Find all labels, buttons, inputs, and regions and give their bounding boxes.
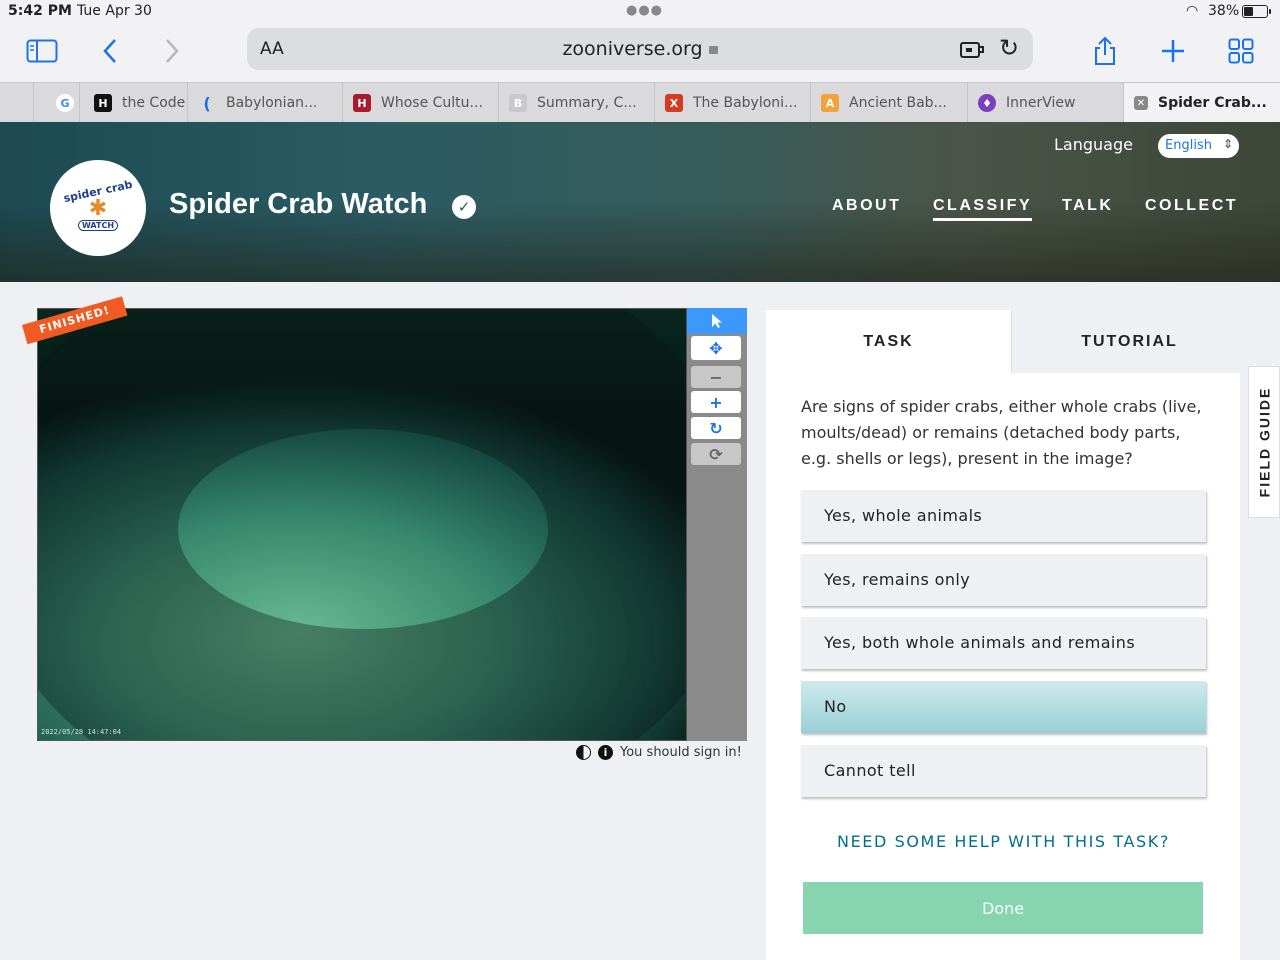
address-bar[interactable]: AA zooniverse.org ↻ — [247, 28, 1033, 70]
wifi-icon: ◠ — [1186, 3, 1199, 19]
image-toolbar: ✥ − + ↻ ⟳ — [687, 308, 747, 741]
tab-tutorial[interactable]: TUTORIAL — [1011, 310, 1247, 373]
viewer-footer: i You should sign in! — [576, 745, 742, 760]
back-icon[interactable] — [92, 34, 128, 68]
browser-tab-summary[interactable]: B Summary, C... — [499, 83, 655, 123]
reset-view-icon[interactable]: ⟳ — [691, 443, 741, 465]
answer-yes-both[interactable]: Yes, both whole animals and remains — [801, 617, 1206, 669]
verified-check-icon: ✓ — [452, 195, 476, 219]
forward-icon[interactable] — [154, 34, 190, 68]
browser-tab-pinned[interactable] — [0, 83, 34, 123]
project-title[interactable]: Spider Crab Watch — [169, 188, 427, 221]
multitasking-dots-icon[interactable]: ●●● — [626, 3, 663, 18]
google-favicon-icon: G — [56, 94, 74, 112]
browser-tab-strip: G H the Code ( Babylonian... H Whose Cul… — [0, 82, 1280, 123]
browser-tab-title: InnerView — [1006, 95, 1076, 111]
browser-tab-title: Summary, C... — [537, 95, 637, 111]
subject-image[interactable]: 2022/05/28 14:47:04 — [37, 308, 687, 741]
sign-in-note[interactable]: You should sign in! — [620, 745, 742, 760]
answer-cannot-tell[interactable]: Cannot tell — [801, 745, 1206, 797]
battery-percent: 38% — [1208, 3, 1240, 19]
sidebar-toggle-icon[interactable] — [24, 34, 60, 68]
zoom-out-icon[interactable]: − — [691, 366, 741, 388]
image-timestamp: 2022/05/28 14:47:04 — [41, 728, 122, 736]
new-tab-icon[interactable] — [1155, 34, 1191, 68]
answer-no[interactable]: No — [801, 681, 1206, 733]
browser-tab-title: Whose Cultu... — [381, 95, 483, 111]
tab-task[interactable]: TASK — [766, 310, 1011, 373]
done-button[interactable]: Done — [803, 882, 1203, 934]
info-icon[interactable]: i — [598, 745, 613, 760]
status-bar: 5:42 PM Tue Apr 30 ●●● ◠ 38% — [0, 0, 1280, 24]
close-tab-icon[interactable]: ✕ — [1134, 96, 1148, 110]
nav-talk[interactable]: TALK — [1062, 197, 1113, 215]
extensions-icon[interactable] — [959, 38, 985, 65]
language-select[interactable]: English ⇕ — [1158, 134, 1239, 158]
underwater-scene — [38, 309, 686, 740]
harvard-favicon-icon: H — [353, 94, 371, 112]
nav-collect[interactable]: COLLECT — [1145, 197, 1238, 215]
answer-yes-remains-only[interactable]: Yes, remains only — [801, 554, 1206, 606]
browser-tab-innerview[interactable]: ♦ InnerView — [968, 83, 1124, 123]
project-header: spider crab ✱ WATCH Spider Crab Watch ✓ … — [0, 122, 1280, 282]
logo-text-bottom: WATCH — [77, 220, 119, 231]
browser-tab-title: The Babyloni... — [693, 95, 798, 111]
status-time: 5:42 PM — [8, 3, 72, 19]
field-guide-tab[interactable]: FIELD GUIDE — [1248, 366, 1280, 518]
browser-tab-the-code[interactable]: H the Code — [80, 83, 188, 123]
browser-tab-spider-crab[interactable]: ✕ Spider Crab... — [1124, 83, 1280, 123]
lens-vignette — [38, 309, 686, 740]
select-chevron-icon: ⇕ — [1222, 137, 1233, 151]
tab-overview-icon[interactable] — [1223, 34, 1259, 68]
colorful-favicon-icon: A — [821, 94, 839, 112]
nav-classify[interactable]: CLASSIFY — [933, 197, 1033, 221]
pointer-tool-icon[interactable] — [687, 308, 747, 334]
language-label: Language — [1054, 135, 1133, 154]
share-icon[interactable] — [1087, 34, 1123, 68]
task-question: Are signs of spider crabs, either whole … — [801, 397, 1202, 468]
browser-tab-title: Babylonian... — [226, 95, 318, 111]
arrow-favicon-icon: X — [665, 94, 683, 112]
letter-b-favicon-icon: B — [509, 94, 527, 112]
answer-yes-whole-animals[interactable]: Yes, whole animals — [801, 490, 1206, 542]
bracket-favicon-icon: ( — [203, 93, 211, 113]
language-value: English — [1165, 138, 1212, 153]
browser-tab-whose-culture[interactable]: H Whose Cultu... — [343, 83, 499, 123]
browser-toolbar: AA zooniverse.org ↻ — [0, 24, 1280, 82]
task-panel: TASK TUTORIAL Are signs of spider crabs,… — [766, 310, 1247, 960]
reload-icon[interactable]: ↻ — [999, 34, 1019, 62]
browser-tab-title: Spider Crab... — [1158, 95, 1267, 111]
history-favicon-icon: H — [94, 94, 112, 112]
battery-icon — [1242, 5, 1271, 18]
field-guide-label: FIELD GUIDE — [1256, 386, 1273, 498]
browser-tab-babylonian[interactable]: ( Babylonian... — [188, 83, 343, 123]
rotate-icon[interactable]: ↻ — [691, 417, 741, 439]
innerview-favicon-icon: ♦ — [978, 94, 996, 112]
browser-tab-title: the Code — [122, 95, 186, 111]
pan-tool-icon[interactable]: ✥ — [691, 336, 741, 360]
lock-icon — [708, 46, 718, 54]
project-logo[interactable]: spider crab ✱ WATCH — [50, 160, 146, 256]
invert-colors-icon[interactable] — [576, 745, 591, 760]
help-link[interactable]: NEED SOME HELP WITH THIS TASK? — [801, 832, 1206, 851]
crab-icon: ✱ — [88, 196, 108, 221]
nav-about[interactable]: ABOUT — [832, 197, 901, 215]
zoom-in-icon[interactable]: + — [691, 391, 741, 413]
browser-tab-google[interactable]: G — [34, 83, 80, 123]
url-text: zooniverse.org — [562, 38, 703, 60]
status-date: Tue Apr 30 — [77, 3, 152, 19]
browser-tab-the-babylonian[interactable]: X The Babyloni... — [655, 83, 811, 123]
browser-tab-title: Ancient Bab... — [849, 95, 947, 111]
browser-tab-ancient-babylon[interactable]: A Ancient Bab... — [811, 83, 968, 123]
